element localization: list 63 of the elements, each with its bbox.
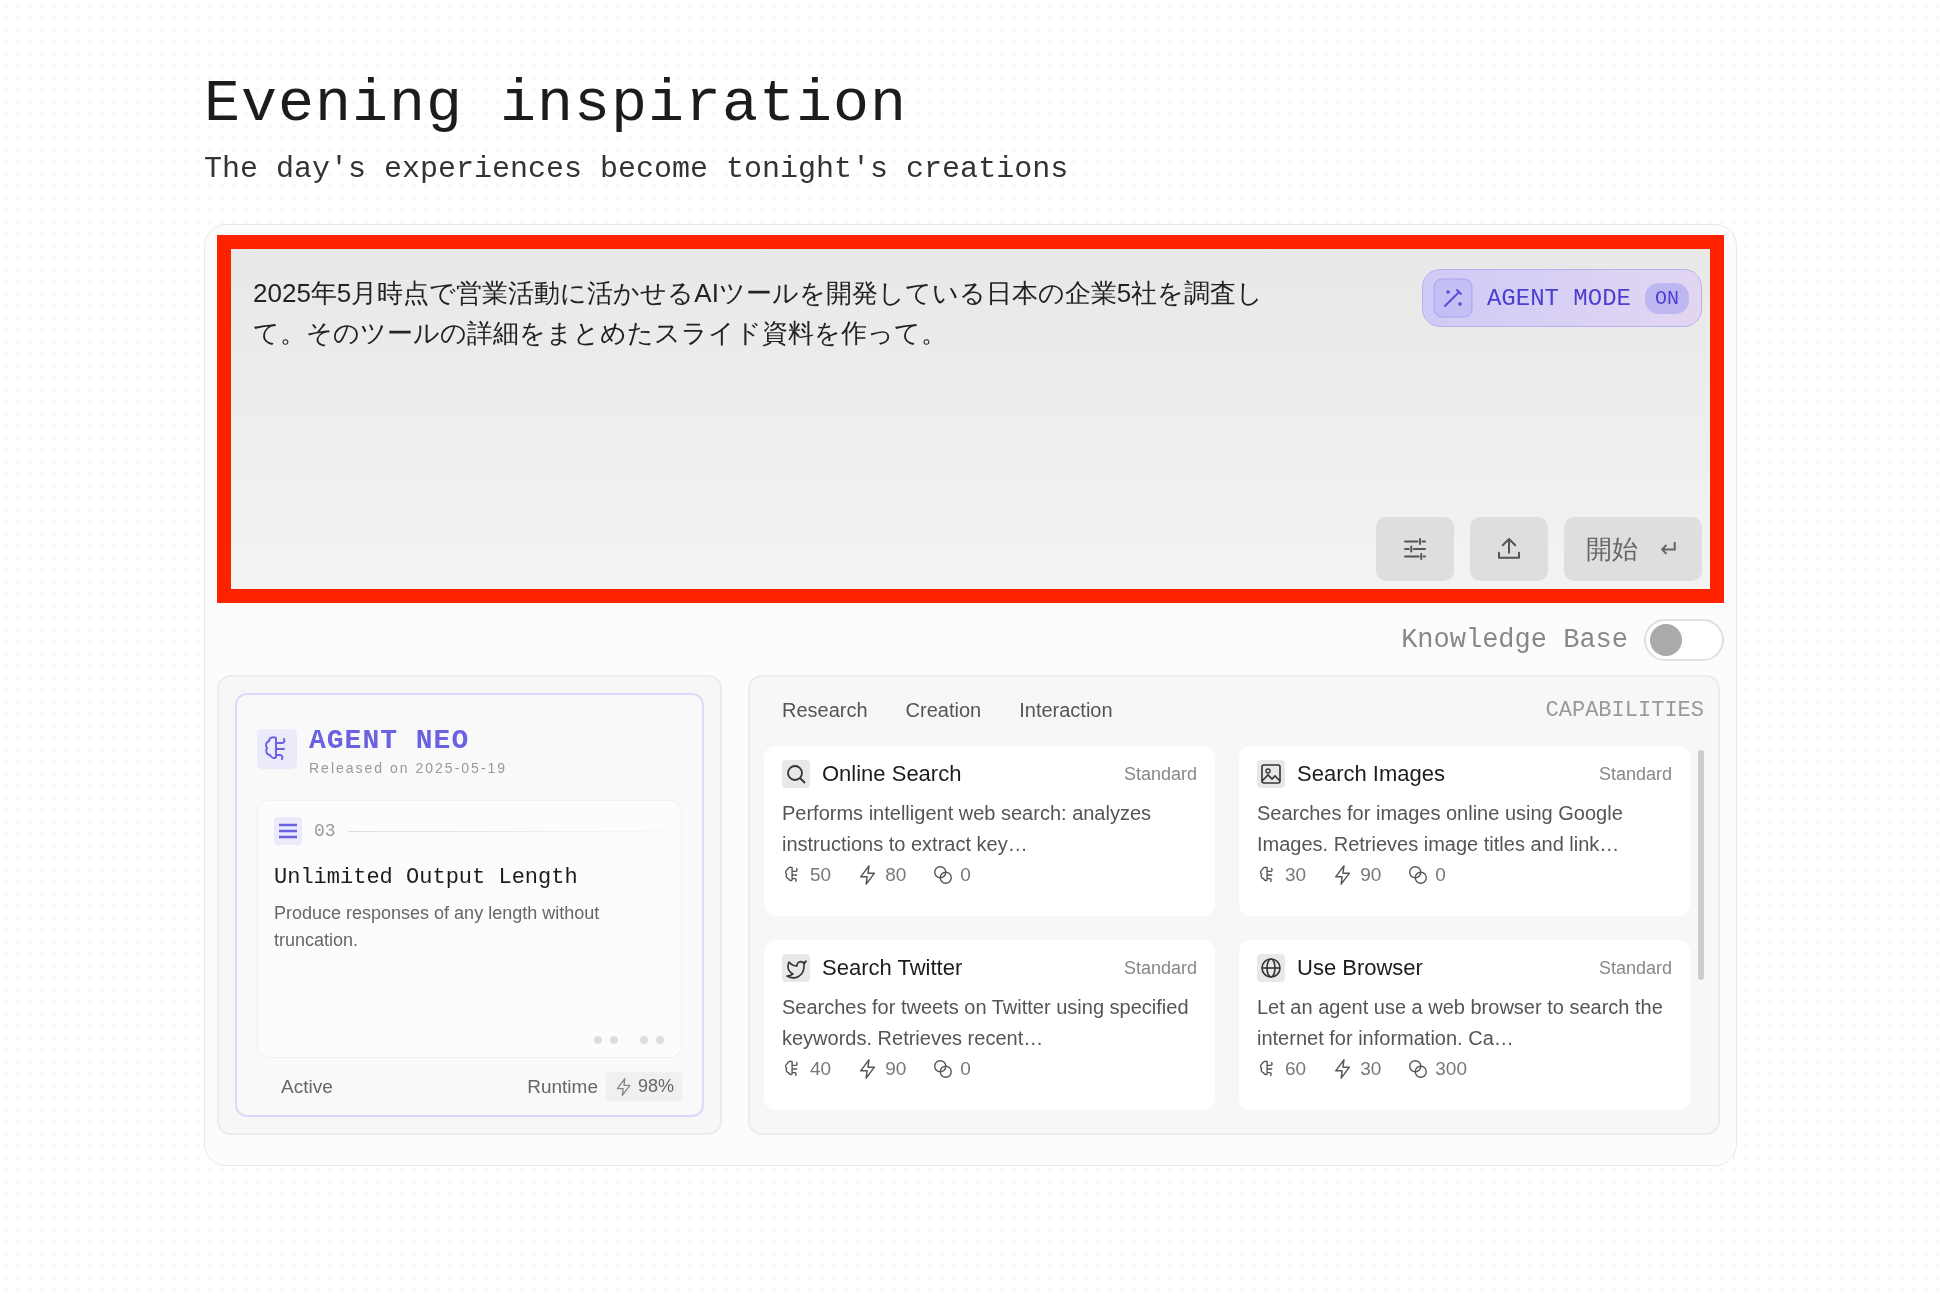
upload-button[interactable] [1470, 517, 1548, 581]
knowledge-base-label: Knowledge Base [1401, 625, 1628, 655]
capability-card[interactable]: Online Search Standard Performs intelligent web search: analyzes instructions to extract key… 50 80 0 [764, 746, 1215, 916]
prompt-field[interactable]: 2025年5月時点で営業活動に活かせるAIツールを開発している日本の企業5社を調査して。そのツールの詳細をまとめたスライド資料を作って。 AGENT MODE ON 開始 ↵ [231, 249, 1710, 589]
category-tab[interactable]: Creation [897, 695, 990, 726]
magic-wand-icon [1432, 278, 1473, 318]
capability-name: Online Search [822, 761, 963, 787]
agent-mode-button[interactable]: AGENT MODE ON [1421, 269, 1702, 327]
category-tab[interactable]: Research [774, 695, 876, 726]
capability-card[interactable]: Use Browser Standard Let an agent use a web browser to search the internet for information. Ca… 60 30 300 [1239, 940, 1690, 1110]
capability-description: Searches for tweets on Twitter using specified keywords. Retrieves recent… [782, 995, 1190, 1051]
capability-stat: 80 [885, 864, 907, 886]
capability-stat: 40 [810, 1058, 832, 1080]
runtime-label: Runtime [527, 1075, 598, 1098]
capability-level-label: Standard [1598, 763, 1672, 785]
bird-icon [782, 954, 810, 982]
runtime-badge: 98% [605, 1072, 682, 1101]
capability-stat: 30 [1285, 864, 1307, 886]
knowledge-base-toggle[interactable] [1644, 619, 1724, 661]
capability-level-label: Standard [1598, 957, 1672, 979]
feature-title: Unlimited Output Length [274, 865, 579, 890]
capability-name: Use Browser [1297, 955, 1424, 981]
menu-icon [274, 817, 302, 845]
prompt-text: 2025年5月時点で営業活動に活かせるAIツールを開発している日本の企業5社を調査して。そのツールの詳細をまとめたスライド資料を作って。 [253, 277, 1265, 350]
coins-icon [932, 1058, 955, 1080]
agent-status: Active [281, 1075, 334, 1098]
capability-name: Search Twitter [822, 955, 964, 981]
image-icon [1257, 760, 1285, 788]
capability-stat: 90 [1360, 864, 1382, 886]
capability-description: Let an agent use a web browser to search the internet for information. Ca… [1257, 995, 1664, 1051]
capabilities-title: CAPABILITIES [1545, 698, 1704, 723]
capability-stat: 90 [885, 1058, 907, 1080]
capability-stat: 0 [1435, 864, 1446, 886]
capability-stat: 50 [810, 864, 832, 886]
capability-stat: 60 [1285, 1058, 1307, 1080]
capability-level-label: Standard [1123, 957, 1197, 979]
agent-name: AGENT NEO [309, 725, 471, 756]
capability-level-label: Standard [1123, 763, 1197, 785]
coins-icon [932, 864, 955, 886]
globe-icon [1257, 954, 1285, 982]
settings-button[interactable] [1376, 517, 1454, 581]
capability-card[interactable]: Search Twitter Standard Searches for tweets on Twitter using specified keywords. Retrieves recent… 40 90 0 [764, 940, 1215, 1110]
capability-card[interactable]: Search Images Standard Searches for images online using Google Images. Retrieves image titles and link… 30 90 0 [1239, 746, 1690, 916]
capability-name: Search Images [1297, 761, 1446, 787]
capability-description: Performs intelligent web search: analyzes instructions to extract key… [782, 801, 1153, 857]
release-date: Released on 2025-05-19 [309, 760, 508, 776]
page-subtitle: The day's experiences become tonight's creations [204, 152, 1070, 186]
brain-icon [257, 729, 297, 769]
pagination-dots-icon [593, 1035, 665, 1045]
capability-description: Searches for images online using Google Images. Retrieves image titles and link… [1257, 801, 1624, 857]
capability-stat: 300 [1435, 1058, 1467, 1080]
search-icon [782, 760, 810, 788]
category-tab[interactable]: Interaction [1011, 695, 1121, 726]
start-button[interactable]: 開始 ↵ [1564, 517, 1702, 581]
page-title: Evening inspiration [204, 69, 909, 140]
capability-stat: 30 [1360, 1058, 1382, 1080]
capability-stat: 0 [960, 1058, 971, 1080]
feature-number: 03 [314, 821, 336, 841]
coins-icon [1407, 864, 1430, 886]
coins-icon [1407, 1058, 1430, 1080]
feature-description: Produce responses of any length without truncation. [274, 902, 601, 952]
capability-stat: 0 [960, 864, 971, 886]
agent-mode-state: ON [1645, 282, 1689, 314]
